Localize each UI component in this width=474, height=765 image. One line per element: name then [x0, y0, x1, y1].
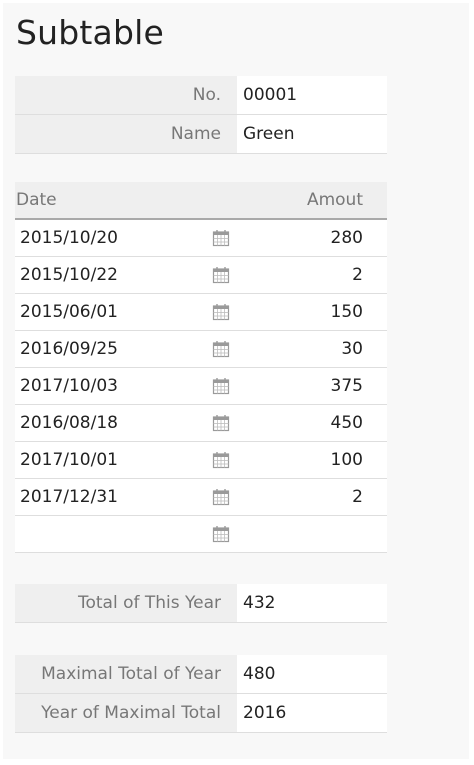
record-no-label: No.	[15, 76, 237, 115]
max-year-value: 2016	[237, 693, 387, 733]
max-year-row: Year of Maximal Total 2016	[15, 693, 387, 733]
row-amount[interactable]: 375	[331, 376, 363, 396]
max-year-label: Year of Maximal Total	[15, 693, 237, 733]
subtable-header: Date Amout	[15, 182, 387, 220]
calendar-icon[interactable]	[212, 340, 230, 358]
calendar-icon[interactable]	[212, 266, 230, 284]
row-date[interactable]: 2015/06/01	[20, 302, 118, 322]
table-row: 2017/10/01 100	[15, 442, 387, 479]
row-amount[interactable]: 100	[331, 450, 363, 470]
record-info-table: No. 00001 Name Green	[15, 76, 387, 154]
row-amount[interactable]: 2	[352, 487, 363, 507]
record-no-value: 00001	[237, 76, 387, 115]
subtable-view: Subtable No. 00001 Name Green Date Amout…	[3, 3, 469, 759]
row-date[interactable]: 2015/10/22	[20, 265, 118, 285]
row-date[interactable]: 2017/12/31	[20, 487, 118, 507]
row-amount[interactable]: 30	[341, 339, 363, 359]
record-name-value: Green	[237, 114, 387, 154]
max-total-row: Maximal Total of Year 480	[15, 655, 387, 694]
calendar-icon[interactable]	[212, 377, 230, 395]
page-title: Subtable	[16, 13, 164, 52]
table-row: 2015/06/01 150	[15, 294, 387, 331]
total-this-year-table: Total of This Year 432	[15, 584, 387, 623]
subtable-rows: 2015/10/20 280 2015/10/22 2 2015/06/01 150 201…	[15, 220, 387, 553]
row-amount[interactable]: 2	[352, 265, 363, 285]
row-amount[interactable]: 280	[331, 228, 363, 248]
record-name-row: Name Green	[15, 114, 387, 154]
row-date[interactable]: 2016/08/18	[20, 413, 118, 433]
row-date[interactable]: 2017/10/01	[20, 450, 118, 470]
total-this-year-label: Total of This Year	[15, 584, 237, 623]
max-total-value: 480	[237, 655, 387, 694]
column-header-amount: Amout	[306, 190, 363, 210]
calendar-icon[interactable]	[212, 303, 230, 321]
table-row: 2016/09/25 30	[15, 331, 387, 368]
calendar-icon[interactable]	[212, 229, 230, 247]
row-date[interactable]: 2017/10/03	[20, 376, 118, 396]
row-date[interactable]: 2016/09/25	[20, 339, 118, 359]
table-row: 2017/12/31 2	[15, 479, 387, 516]
calendar-icon[interactable]	[212, 451, 230, 469]
max-total-table: Maximal Total of Year 480 Year of Maxima…	[15, 655, 387, 733]
max-total-label: Maximal Total of Year	[15, 655, 237, 694]
total-this-year-value: 432	[237, 584, 387, 623]
table-row: 2017/10/03 375	[15, 368, 387, 405]
row-date[interactable]: 2015/10/20	[20, 228, 118, 248]
row-amount[interactable]: 450	[331, 413, 363, 433]
record-name-label: Name	[15, 114, 237, 154]
calendar-icon[interactable]	[212, 525, 230, 543]
record-no-row: No. 00001	[15, 76, 387, 115]
column-header-date: Date	[16, 190, 57, 210]
calendar-icon[interactable]	[212, 488, 230, 506]
table-row: 2016/08/18 450	[15, 405, 387, 442]
table-row: 2015/10/20 280	[15, 220, 387, 257]
calendar-icon[interactable]	[212, 414, 230, 432]
table-row	[15, 516, 387, 553]
table-row: 2015/10/22 2	[15, 257, 387, 294]
subtable: Date Amout 2015/10/20 280 2015/10/22 2 2015/…	[15, 182, 387, 553]
row-amount[interactable]: 150	[331, 302, 363, 322]
total-this-year-row: Total of This Year 432	[15, 584, 387, 623]
